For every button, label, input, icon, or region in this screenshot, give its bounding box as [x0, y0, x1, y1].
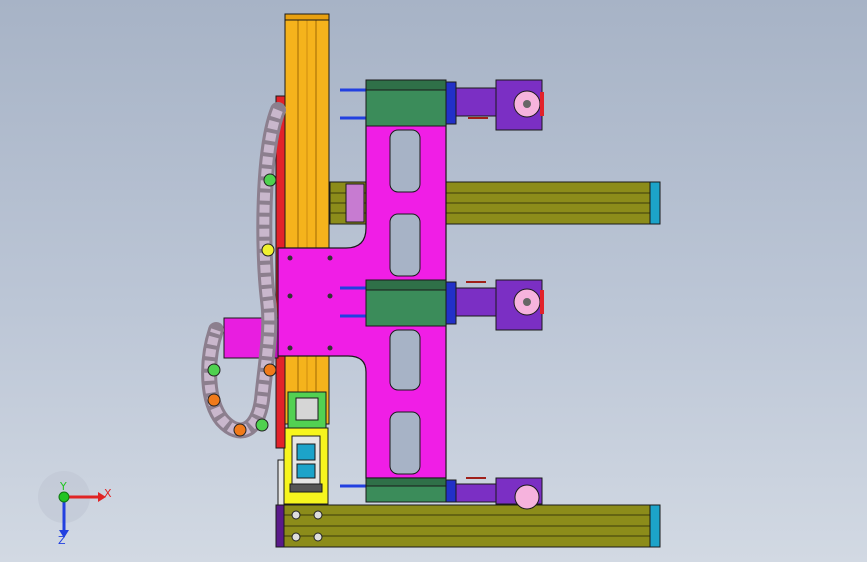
- upper-rail-slider: [345, 183, 365, 223]
- y-axis-label: Y: [59, 480, 67, 493]
- lower-rail-end-cap: [649, 504, 661, 548]
- gripper-unit-middle[interactable]: [340, 279, 544, 331]
- upper-rail-end-cap: [649, 181, 661, 225]
- y-axis-dot: [58, 491, 70, 503]
- cable-drag-chain-icon: [201, 102, 286, 439]
- vertical-rail[interactable]: [275, 13, 330, 449]
- gripper-unit-bottom[interactable]: [340, 477, 543, 510]
- gripper-unit-top[interactable]: [340, 79, 544, 131]
- x-axis-label: X: [104, 487, 112, 500]
- cad-viewport[interactable]: X Y Z: [0, 0, 867, 562]
- z-axis-label: Z: [58, 534, 66, 547]
- assembly-drawing[interactable]: X Y Z: [0, 0, 867, 562]
- lower-horizontal-rail[interactable]: [275, 504, 661, 548]
- xyz-axis-triad-icon: X Y Z: [38, 471, 112, 547]
